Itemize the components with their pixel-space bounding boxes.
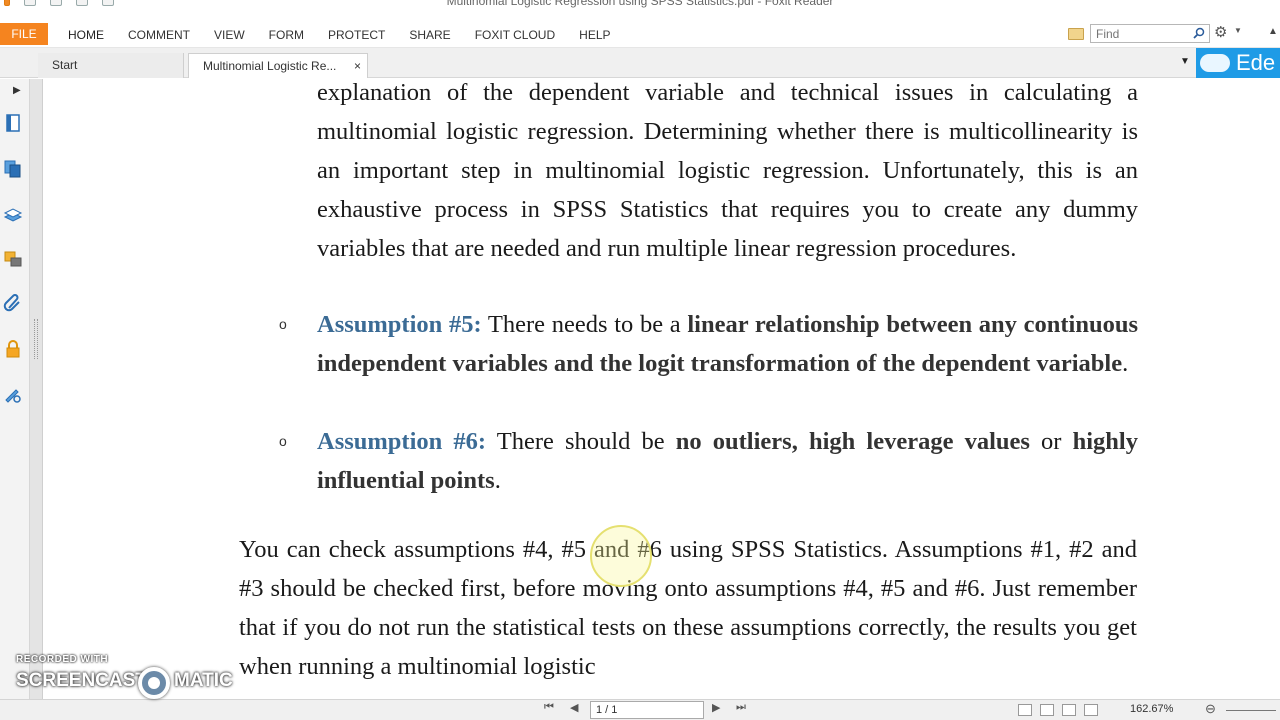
cursor-highlight [590, 525, 652, 587]
assumption-5-item: o Assumption #5: There needs to be a lin… [279, 305, 1138, 383]
panel-splitter[interactable] [30, 79, 43, 699]
tab-list-dropdown-icon[interactable]: ▼ [1180, 56, 1190, 67]
folder-search-icon[interactable] [1068, 28, 1084, 40]
single-page-view-icon[interactable] [1018, 704, 1032, 716]
watermark-caption: RECORDED WITH [16, 654, 109, 665]
document-tab-bar: Start Multinomial Logistic Re... × [0, 48, 1280, 78]
ribbon-tab-view[interactable]: VIEW [202, 22, 257, 48]
ribbon-tab-help[interactable]: HELP [567, 22, 622, 48]
chevron-down-icon[interactable]: ▼ [1234, 26, 1242, 35]
ribbon-tab-form[interactable]: FORM [257, 22, 316, 48]
zoom-out-icon[interactable]: ⊖ [1205, 701, 1216, 717]
last-page-icon[interactable]: ⏭ [736, 701, 746, 714]
gear-icon[interactable]: ⚙ [1214, 25, 1232, 41]
vertical-scrollbar[interactable] [1268, 79, 1280, 699]
status-bar: ⏮ ◀ 1 / 1 ▶ ⏭ 162.67% ⊖ [0, 699, 1280, 720]
tab-label: Start [52, 58, 78, 72]
expand-panel-icon[interactable]: ▶ [13, 85, 21, 96]
watermark-brand-right: MATIC [174, 670, 233, 691]
bullet-marker: o [279, 433, 287, 449]
zoom-level[interactable]: 162.67% [1130, 703, 1173, 715]
layers-icon[interactable] [3, 205, 23, 225]
document-page: explanation of the dependent variable an… [44, 79, 1268, 699]
cloud-icon [1200, 54, 1230, 72]
signature-icon[interactable] [3, 385, 23, 405]
ribbon-tab-share[interactable]: SHARE [397, 22, 462, 48]
assumption-end: . [1122, 350, 1129, 377]
file-menu-button[interactable]: FILE [0, 23, 48, 45]
ribbon-tab-home[interactable]: HOME [56, 22, 116, 48]
previous-page-icon[interactable]: ◀ [570, 701, 578, 714]
tab-label: Multinomial Logistic Re... [203, 59, 337, 73]
comments-icon[interactable] [3, 249, 23, 269]
page-number-field[interactable]: 1 / 1 [590, 701, 704, 719]
ribbon-tab-foxit-cloud[interactable]: FOXIT CLOUD [463, 22, 567, 48]
ribbon-menu-bar: FILE HOME COMMENT VIEW FORM PROTECT SHAR… [0, 22, 1280, 48]
assumption-text: There needs to be a [481, 311, 688, 338]
tab-start[interactable]: Start [38, 53, 184, 78]
ribbon-tabs: HOME COMMENT VIEW FORM PROTECT SHARE FOX… [56, 22, 623, 48]
ribbon-tab-comment[interactable]: COMMENT [116, 22, 202, 48]
pages-icon[interactable] [3, 159, 23, 179]
lock-icon[interactable] [3, 339, 23, 359]
assumption-text: There should be [486, 428, 676, 455]
document-paragraph: explanation of the dependent variable an… [317, 79, 1138, 262]
watermark-brand-left: SCREENCAST [16, 670, 147, 691]
find-input[interactable] [1091, 25, 1187, 43]
document-paragraph: You can check assumptions #4, #5 and #6 … [239, 536, 1137, 680]
assumption-label: Assumption #6: [317, 428, 487, 455]
continuous-facing-view-icon[interactable] [1084, 704, 1098, 716]
collapse-ribbon-icon[interactable]: ▲ [1268, 26, 1278, 37]
window-title: Multinomial Logistic Regression using SP… [446, 0, 834, 8]
continuous-view-icon[interactable] [1040, 704, 1054, 716]
view-mode-buttons [1018, 704, 1098, 716]
zoom-slider[interactable] [1226, 710, 1276, 711]
bullet-marker: o [279, 316, 287, 332]
ribbon-tab-protect[interactable]: PROTECT [316, 22, 397, 48]
assumption-text: or [1029, 428, 1073, 455]
cloud-button-label: Ede [1236, 50, 1276, 75]
attachment-icon[interactable] [3, 293, 23, 313]
close-icon[interactable]: × [354, 54, 361, 79]
search-icon[interactable] [1193, 27, 1205, 39]
facing-view-icon[interactable] [1062, 704, 1076, 716]
navigation-panel: ▶ [0, 79, 30, 699]
find-box [1090, 24, 1210, 43]
next-page-icon[interactable]: ▶ [712, 701, 720, 714]
assumption-6-item: o Assumption #6: There should be no outl… [279, 422, 1138, 500]
tab-document[interactable]: Multinomial Logistic Re... × [188, 53, 368, 78]
splitter-grip[interactable] [34, 319, 38, 359]
assumption-bold-text: no outliers, high leverage values [675, 428, 1030, 455]
cloud-button[interactable]: Ede [1196, 48, 1280, 78]
screencast-watermark: RECORDED WITH SCREENCAST MATIC [16, 654, 246, 699]
first-page-icon[interactable]: ⏮ [544, 701, 554, 714]
page-thumbnail-icon[interactable] [3, 113, 23, 133]
title-bar: Multinomial Logistic Regression using SP… [0, 0, 1280, 22]
screencast-logo-icon [138, 667, 170, 699]
assumption-end: . [494, 467, 501, 494]
assumption-label: Assumption #5: [317, 311, 482, 338]
